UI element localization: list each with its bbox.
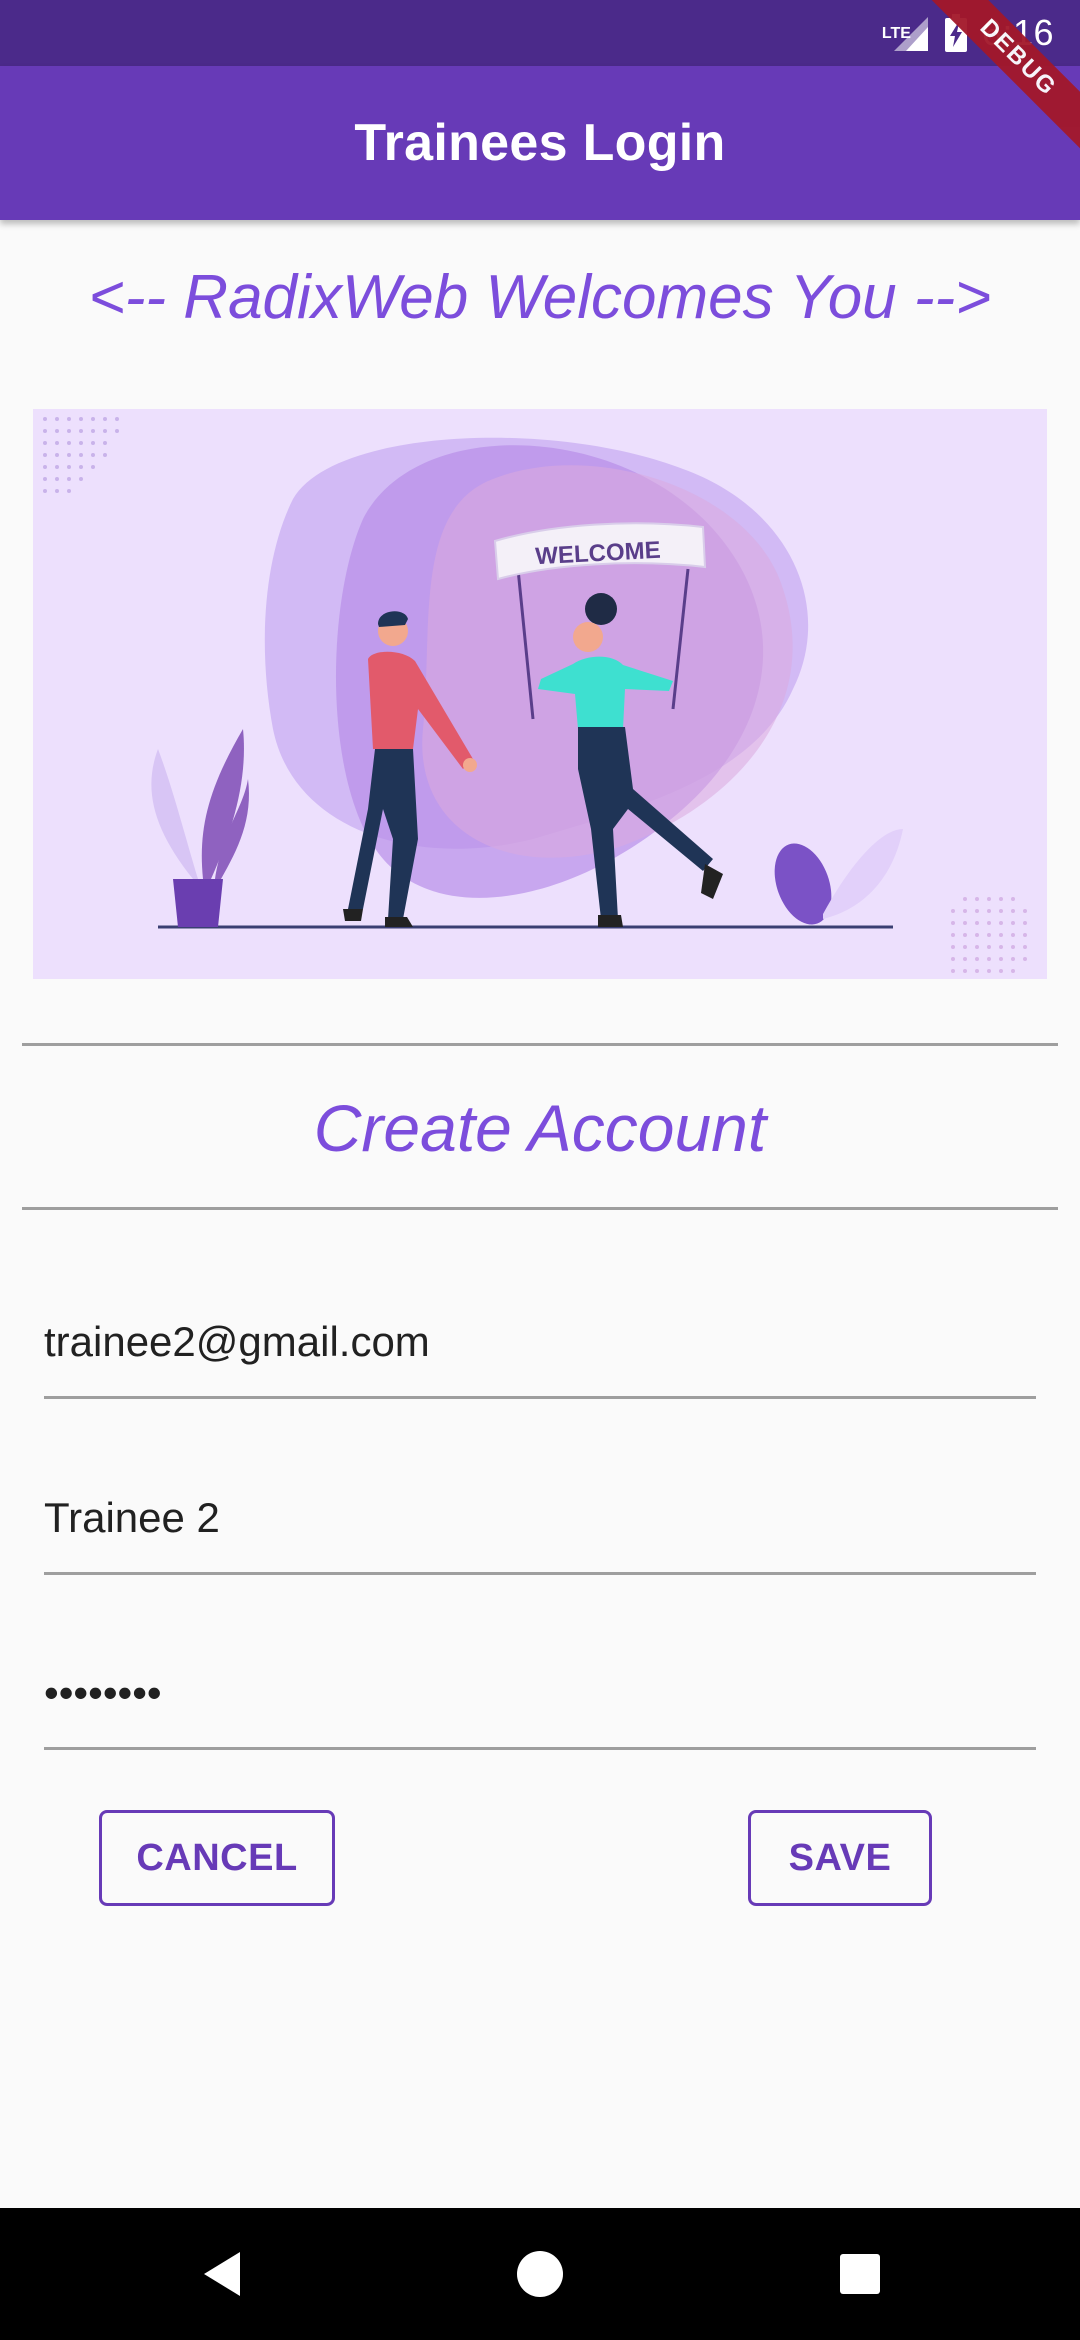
email-input[interactable] <box>44 1318 1036 1366</box>
battery-charging-icon <box>944 14 968 52</box>
name-field[interactable] <box>44 1472 1036 1575</box>
create-account-title: Create Account <box>313 1091 767 1165</box>
divider-bottom <box>22 1207 1058 1210</box>
save-button[interactable]: SAVE <box>748 1810 932 1906</box>
status-bar: LTE 6:16 <box>0 0 1080 66</box>
password-field[interactable] <box>44 1647 1036 1750</box>
status-time: 6:16 <box>981 12 1054 53</box>
home-circle-icon[interactable] <box>480 2208 600 2340</box>
back-triangle-icon[interactable] <box>162 2208 282 2340</box>
welcome-illustration: WELCOME <box>33 409 1047 979</box>
screen: LTE 6:16 DEBUG Trainees Login <-- RadixW <box>0 0 1080 2340</box>
email-field[interactable] <box>44 1296 1036 1399</box>
cancel-button[interactable]: CANCEL <box>99 1810 335 1906</box>
app-bar: Trainees Login <box>0 66 1080 220</box>
welcome-heading: <-- RadixWeb Welcomes You --> <box>88 263 992 332</box>
name-input[interactable] <box>44 1494 1036 1542</box>
signal-icon: LTE <box>882 13 930 53</box>
divider-top <box>22 1043 1058 1046</box>
app-bar-title: Trainees Login <box>354 114 726 172</box>
password-input[interactable] <box>44 1669 1036 1717</box>
status-icons: LTE 6:16 <box>882 0 1054 66</box>
system-nav-bar <box>0 2208 1080 2340</box>
recents-square-icon[interactable] <box>800 2208 920 2340</box>
